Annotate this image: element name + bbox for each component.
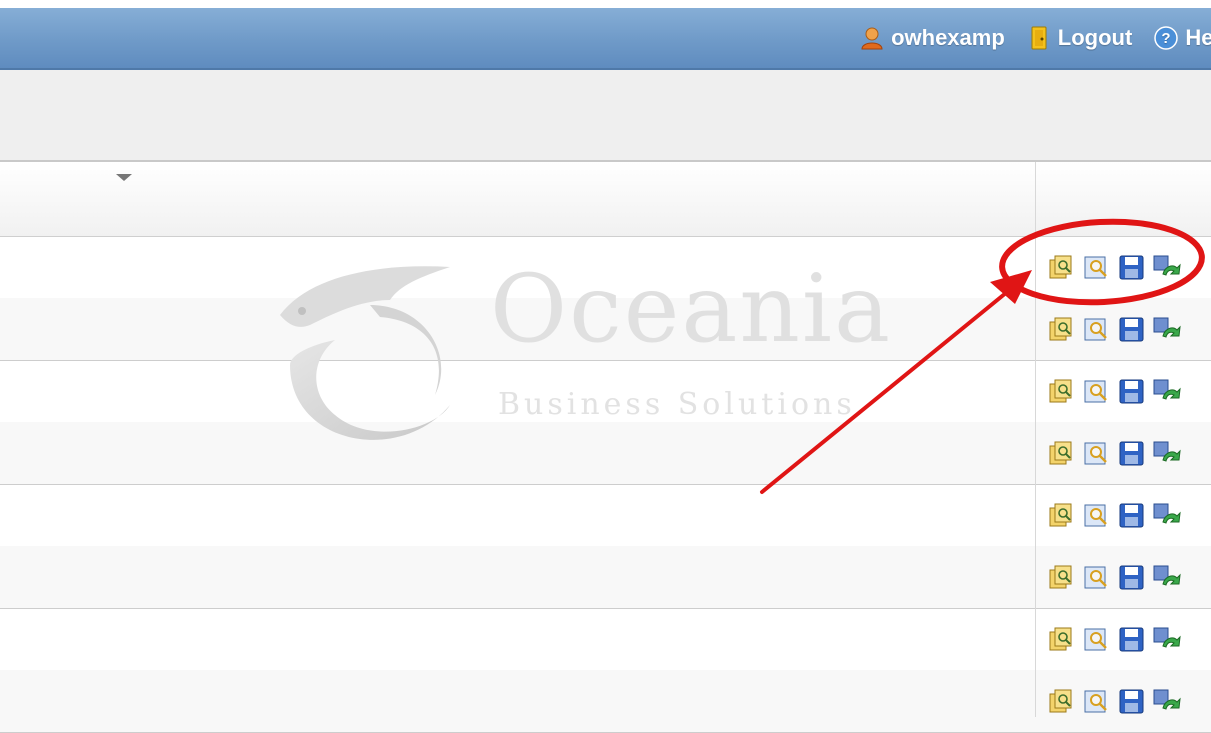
row-actions (1046, 624, 1183, 654)
data-grid (0, 162, 1211, 733)
row-actions (1046, 252, 1183, 282)
top-navigation-bar: owhexamp Logout ? Help (0, 8, 1211, 70)
save-icon[interactable] (1116, 562, 1148, 592)
transfer-icon[interactable] (1151, 438, 1183, 468)
table-row[interactable] (0, 422, 1211, 485)
svg-text:?: ? (1162, 30, 1171, 47)
transfer-icon[interactable] (1151, 252, 1183, 282)
transfer-icon[interactable] (1151, 500, 1183, 530)
view-icon[interactable] (1081, 314, 1113, 344)
transfer-icon[interactable] (1151, 624, 1183, 654)
save-icon[interactable] (1116, 376, 1148, 406)
grid-header-row (0, 162, 1211, 237)
user-menu: owhexamp Logout ? Help (860, 8, 1211, 68)
open-icon[interactable] (1046, 500, 1078, 530)
open-icon[interactable] (1046, 314, 1078, 344)
logout-label: Logout (1057, 25, 1133, 50)
help-icon: ? (1154, 26, 1179, 50)
transfer-icon[interactable] (1151, 376, 1183, 406)
open-icon[interactable] (1046, 376, 1078, 406)
row-actions (1046, 500, 1183, 530)
table-row[interactable] (0, 298, 1211, 361)
username-label: owhexamp (891, 25, 1005, 50)
view-icon[interactable] (1081, 686, 1113, 716)
table-row[interactable] (0, 546, 1211, 609)
row-actions (1046, 376, 1183, 406)
open-icon[interactable] (1046, 686, 1078, 716)
toolbar-strip (0, 70, 1211, 162)
column-divider (1035, 162, 1036, 717)
door-icon (1027, 26, 1051, 50)
user-link[interactable]: owhexamp (860, 25, 1005, 51)
row-actions (1046, 686, 1183, 716)
help-label: Help (1185, 25, 1211, 50)
help-link[interactable]: ? Help (1154, 25, 1211, 51)
table-row[interactable] (0, 360, 1211, 423)
save-icon[interactable] (1116, 686, 1148, 716)
logout-link[interactable]: Logout (1027, 25, 1133, 51)
row-actions (1046, 314, 1183, 344)
row-actions (1046, 562, 1183, 592)
save-icon[interactable] (1116, 500, 1148, 530)
view-icon[interactable] (1081, 500, 1113, 530)
save-icon[interactable] (1116, 438, 1148, 468)
row-actions (1046, 438, 1183, 468)
transfer-icon[interactable] (1151, 314, 1183, 344)
transfer-icon[interactable] (1151, 686, 1183, 716)
view-icon[interactable] (1081, 438, 1113, 468)
view-icon[interactable] (1081, 624, 1113, 654)
save-icon[interactable] (1116, 624, 1148, 654)
view-icon[interactable] (1081, 376, 1113, 406)
save-icon[interactable] (1116, 314, 1148, 344)
view-icon[interactable] (1081, 252, 1113, 282)
table-row[interactable] (0, 670, 1211, 733)
open-icon[interactable] (1046, 624, 1078, 654)
open-icon[interactable] (1046, 252, 1078, 282)
sort-dropdown-icon[interactable] (116, 174, 132, 181)
open-icon[interactable] (1046, 562, 1078, 592)
save-icon[interactable] (1116, 252, 1148, 282)
table-row[interactable] (0, 608, 1211, 671)
view-icon[interactable] (1081, 562, 1113, 592)
open-icon[interactable] (1046, 438, 1078, 468)
user-icon (860, 26, 884, 50)
transfer-icon[interactable] (1151, 562, 1183, 592)
table-row[interactable] (0, 236, 1211, 299)
table-row[interactable] (0, 484, 1211, 547)
